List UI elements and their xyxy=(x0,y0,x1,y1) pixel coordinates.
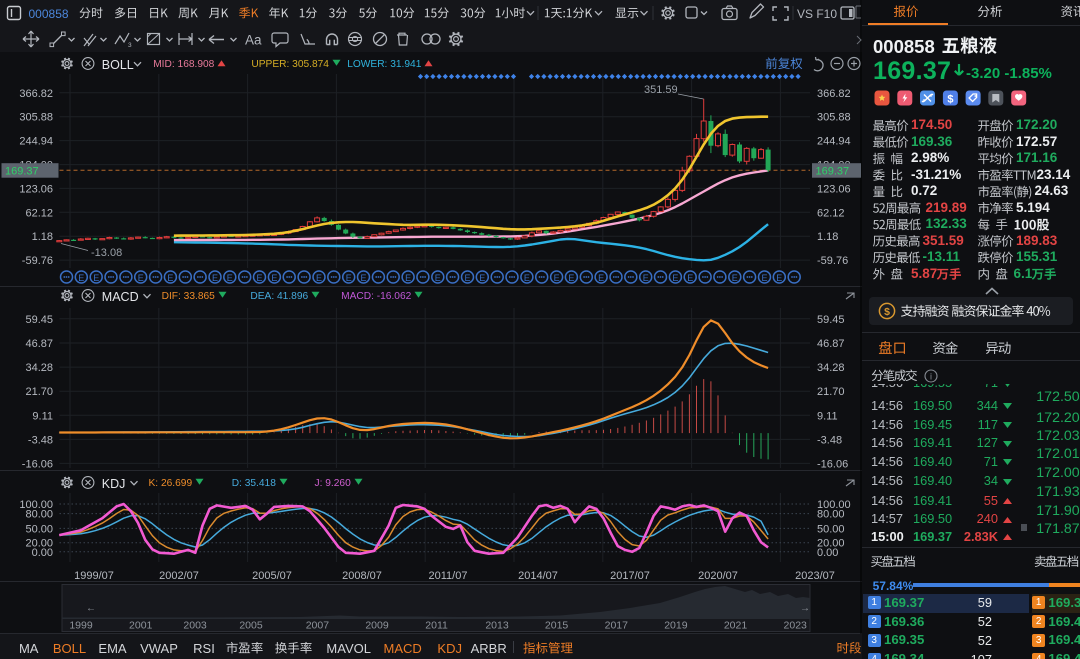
svg-text:$: $ xyxy=(884,306,890,318)
svg-text:$: $ xyxy=(947,94,953,106)
svg-text:i: i xyxy=(930,372,932,382)
